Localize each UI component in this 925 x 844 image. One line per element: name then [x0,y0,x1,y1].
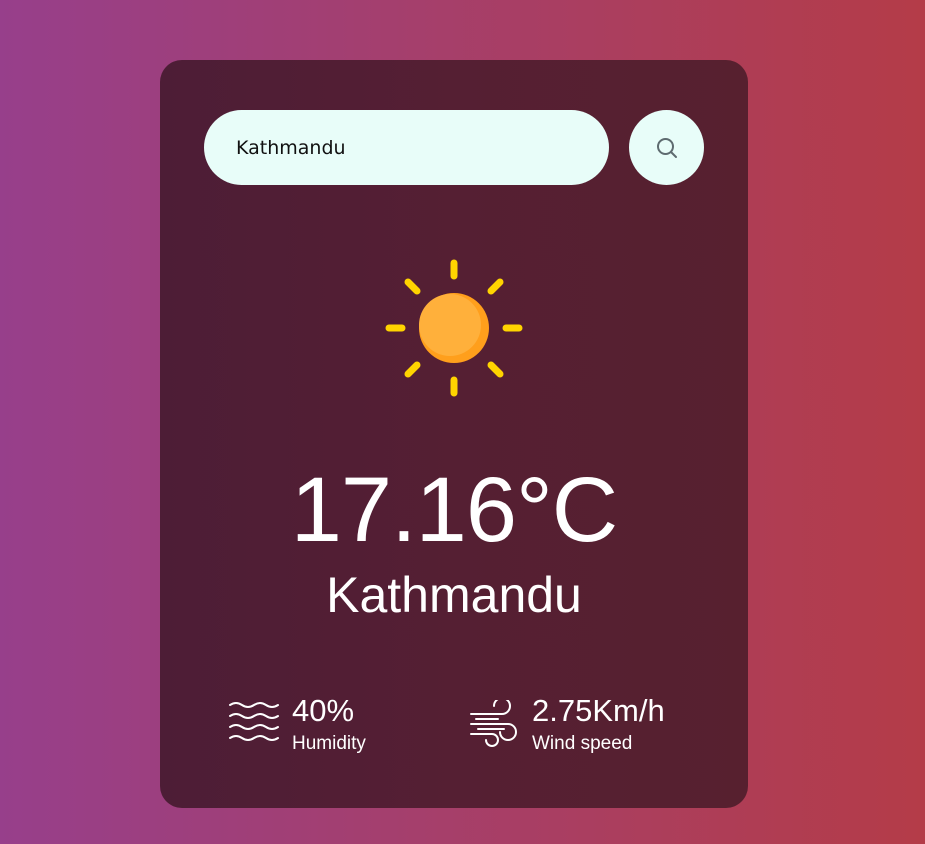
weather-card: 17.16°C Kathmandu 40% Humidity [160,60,748,808]
temperature-value: 17.16°C [290,459,618,561]
city-search-input[interactable] [204,110,609,185]
wind-icon [470,700,517,747]
humidity-detail: 40% Humidity [228,692,366,756]
humidity-waves-icon [229,702,279,741]
search-button[interactable] [629,110,704,185]
wind-speed-label: Wind speed [532,733,633,754]
clear-sun-icon [385,259,523,397]
search-icon [656,137,677,158]
humidity-value: 40% [292,693,355,728]
wind-speed-value: 2.75Km/h [532,693,665,728]
city-name: Kathmandu [326,567,582,623]
wind-detail: 2.75Km/h Wind speed [468,692,665,756]
humidity-label: Humidity [292,733,366,754]
